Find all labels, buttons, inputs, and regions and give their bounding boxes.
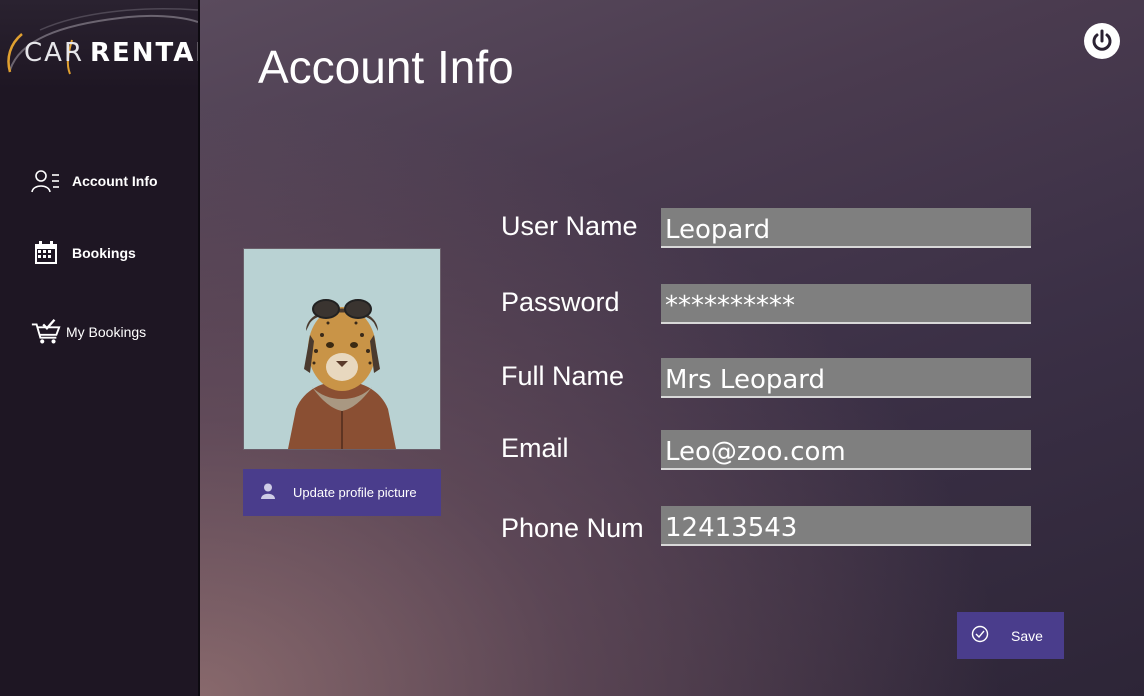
user-icon <box>261 483 275 502</box>
username-field[interactable] <box>661 208 1031 248</box>
password-label: Password <box>501 287 620 317</box>
save-label: Save <box>1011 627 1043 644</box>
brand-car: CAR <box>24 38 85 68</box>
fullname-label: Full Name <box>501 361 625 391</box>
password-field[interactable] <box>661 284 1031 324</box>
check-circle-icon <box>971 625 989 646</box>
sidebar-item-my-bookings[interactable]: My Bookings <box>30 318 146 346</box>
avatar <box>243 248 441 450</box>
update-profile-picture-label: Update profile picture <box>293 485 417 500</box>
main-content: Account Info Update profile picture User… <box>200 0 1144 696</box>
brand-logo: CARRENTAL <box>0 0 198 90</box>
update-profile-picture-button[interactable]: Update profile picture <box>243 469 441 516</box>
cart-check-icon <box>30 318 62 346</box>
phone-label: Phone Num <box>501 513 644 543</box>
sidebar-item-bookings[interactable]: Bookings <box>30 239 136 267</box>
phone-field[interactable] <box>661 506 1031 546</box>
email-label: Email <box>501 433 569 463</box>
page-title: Account Info <box>258 41 514 93</box>
sidebar-item-label: Bookings <box>72 245 136 261</box>
sidebar-item-label: My Bookings <box>66 324 147 340</box>
power-icon <box>1092 29 1112 51</box>
sidebar-item-account-info[interactable]: Account Info <box>30 167 158 195</box>
calendar-icon <box>30 239 62 267</box>
save-button[interactable]: Save <box>957 612 1064 659</box>
brand-name: CARRENTAL <box>24 38 198 68</box>
brand-rental: RENTAL <box>90 38 198 68</box>
username-label: User Name <box>501 211 638 241</box>
power-button[interactable] <box>1084 23 1120 59</box>
sidebar: CARRENTAL Account Info <box>0 0 200 696</box>
fullname-field[interactable] <box>661 358 1031 398</box>
email-field[interactable] <box>661 430 1031 470</box>
sidebar-item-label: Account Info <box>72 173 158 189</box>
user-list-icon <box>30 167 62 195</box>
leopard-portrait-icon <box>244 249 440 449</box>
